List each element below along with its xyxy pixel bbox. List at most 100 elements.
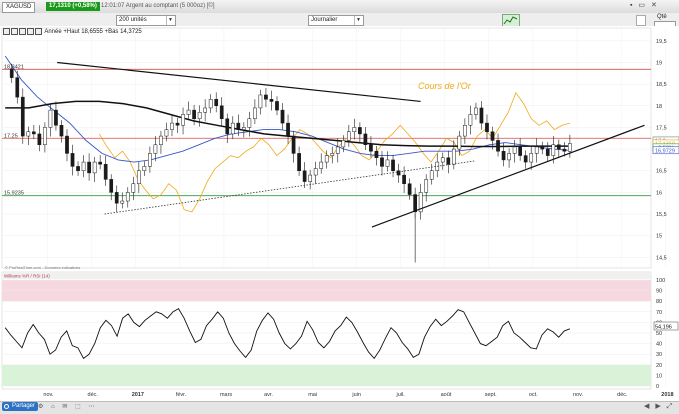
candle-body — [230, 122, 235, 135]
indicator-caption: Williams %R / RSI (14) — [4, 274, 50, 279]
candle-body — [551, 144, 556, 156]
source-note: © ProRealTime.com - Données indicatives — [5, 265, 80, 270]
candle-body — [451, 148, 456, 165]
y-tick-label: 18 — [656, 104, 662, 110]
candle-body — [534, 146, 539, 154]
candle-body — [114, 192, 119, 204]
candle-body — [269, 99, 274, 102]
candle-body — [512, 146, 517, 154]
rsi-tick-label: 10 — [656, 373, 662, 379]
share-icon — [4, 404, 9, 409]
candle-body — [236, 122, 241, 130]
candle-body — [59, 125, 64, 137]
navigation-icons[interactable]: ◀ ▶ ⤢ — [644, 402, 674, 411]
candle-body — [385, 159, 390, 167]
candle-body — [286, 122, 290, 137]
rsi-tick-label: 90 — [656, 289, 662, 295]
candle-body — [219, 105, 224, 120]
candle-body — [313, 168, 318, 176]
candle-body — [457, 135, 462, 150]
symbol-field[interactable]: XAGUSD — [2, 2, 36, 13]
rsi-tick-label: 30 — [656, 352, 662, 358]
x-tick-label: oct. — [529, 392, 538, 398]
x-tick-label: sept. — [485, 392, 497, 398]
legend-text: Année +Haut 18,6555 +Bas 14,3725 — [44, 29, 142, 36]
status-tool-icons[interactable]: ⚙ ⌂ ✉ ⬚ ⋯ — [38, 403, 97, 410]
rsi-tick-label: 100 — [656, 278, 665, 284]
period-select[interactable]: Journalier ▼ — [308, 15, 364, 26]
y-tick-label: 19,5 — [656, 39, 667, 45]
candle-body — [258, 94, 263, 109]
legend-box[interactable] — [3, 28, 10, 35]
candle-body — [319, 161, 324, 169]
candle-body — [297, 153, 301, 171]
candle-body — [92, 161, 97, 174]
window-controls[interactable]: ▪ ▭ ✕ — [630, 1, 659, 9]
price-chart[interactable]: 19,51918,51817,51716,51615,51514,5 18,84… — [0, 26, 679, 401]
candle-body — [197, 112, 202, 120]
candle-body — [308, 174, 312, 182]
status-bar — [0, 401, 679, 414]
chart-legend: Année +Haut 18,6555 +Bas 14,3725 — [3, 28, 142, 37]
candle-body — [120, 200, 125, 204]
units-select[interactable]: 200 unités ▼ — [116, 15, 176, 26]
x-tick-label: juil. — [395, 392, 405, 398]
candle-body — [214, 99, 219, 107]
candle-body — [440, 157, 445, 163]
candle-body — [529, 153, 534, 163]
candle-body — [48, 109, 53, 128]
y-tick-label: 16,5 — [656, 169, 667, 175]
indicator-header — [2, 272, 651, 279]
candle-body — [507, 153, 511, 161]
candle-body — [568, 143, 572, 152]
candle-body — [330, 153, 335, 156]
candle-body — [175, 122, 180, 126]
candle-body — [562, 148, 567, 152]
chevron-down-icon: ▼ — [354, 16, 362, 25]
rsi-tick-label: 0 — [656, 384, 659, 390]
candle-body — [203, 107, 207, 113]
rsi-tick-label: 40 — [656, 342, 662, 348]
candle-body — [407, 183, 412, 195]
candle-body — [540, 146, 545, 150]
rsi-tick-label: 70 — [656, 310, 662, 316]
y-tick-label: 15 — [656, 234, 662, 240]
candle-body — [65, 135, 69, 154]
candle-body — [253, 107, 257, 120]
candle-body — [485, 122, 489, 133]
candle-body — [20, 96, 25, 137]
x-tick-label: mai — [308, 392, 317, 398]
candle-body — [76, 166, 80, 171]
candle-body — [341, 140, 346, 148]
legend-box[interactable] — [27, 28, 34, 35]
candle-body — [247, 118, 252, 128]
candle-body — [369, 144, 373, 152]
candle-body — [186, 109, 191, 115]
candle-body — [363, 133, 368, 146]
x-tick-label: juin — [351, 392, 361, 398]
candle-body — [429, 170, 434, 180]
candle-body — [275, 101, 279, 111]
x-tick-label: nov. — [43, 392, 53, 398]
candle-body — [164, 129, 169, 137]
candle-body — [501, 150, 506, 161]
level-label: 17,25 — [4, 133, 18, 139]
candle-body — [352, 127, 357, 133]
candle-body — [358, 127, 362, 135]
candle-body — [291, 135, 296, 154]
candle-body — [545, 148, 550, 156]
candle-body — [125, 192, 130, 202]
candle-body — [518, 146, 522, 156]
legend-box[interactable] — [19, 28, 26, 35]
legend-box[interactable] — [11, 28, 18, 35]
legend-box[interactable] — [35, 28, 42, 35]
x-tick-label: avr. — [264, 392, 273, 398]
candle-body — [241, 127, 246, 130]
share-button[interactable]: Partager — [2, 402, 39, 411]
y-tick-label: 19 — [656, 60, 662, 66]
candle-body — [103, 163, 108, 180]
candle-body — [192, 109, 196, 120]
candle-body — [148, 153, 152, 167]
x-tick-label: 2017 — [132, 392, 144, 398]
x-tick-label: févr. — [176, 392, 187, 398]
